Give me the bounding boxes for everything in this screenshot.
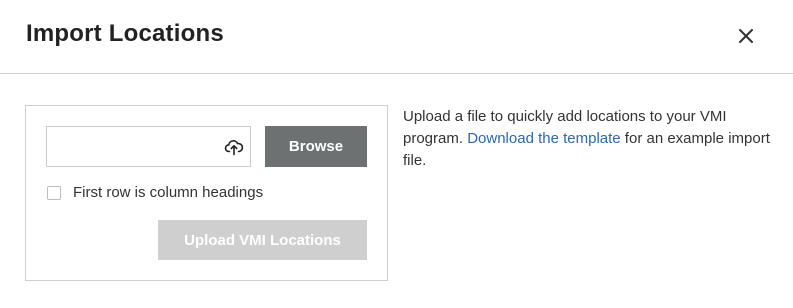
import-description: Upload a file to quickly add locations t… [403, 106, 773, 172]
column-headings-checkbox[interactable] [47, 185, 61, 200]
upload-vmi-locations-button: Upload VMI Locations [158, 220, 367, 260]
browse-button[interactable]: Browse [265, 126, 367, 167]
file-input[interactable] [46, 126, 251, 167]
column-headings-label[interactable]: First row is column headings [73, 184, 263, 201]
column-headings-option[interactable]: First row is column headings [47, 184, 263, 201]
close-icon[interactable] [734, 24, 758, 48]
import-panel: Browse First row is column headings Uplo… [25, 105, 388, 281]
download-template-link[interactable]: Download the template [467, 130, 620, 147]
import-locations-dialog: Import Locations Browse First row is col… [0, 0, 793, 308]
dialog-title: Import Locations [26, 20, 224, 47]
upload-cloud-icon[interactable] [224, 137, 244, 157]
dialog-header: Import Locations [0, 0, 793, 74]
